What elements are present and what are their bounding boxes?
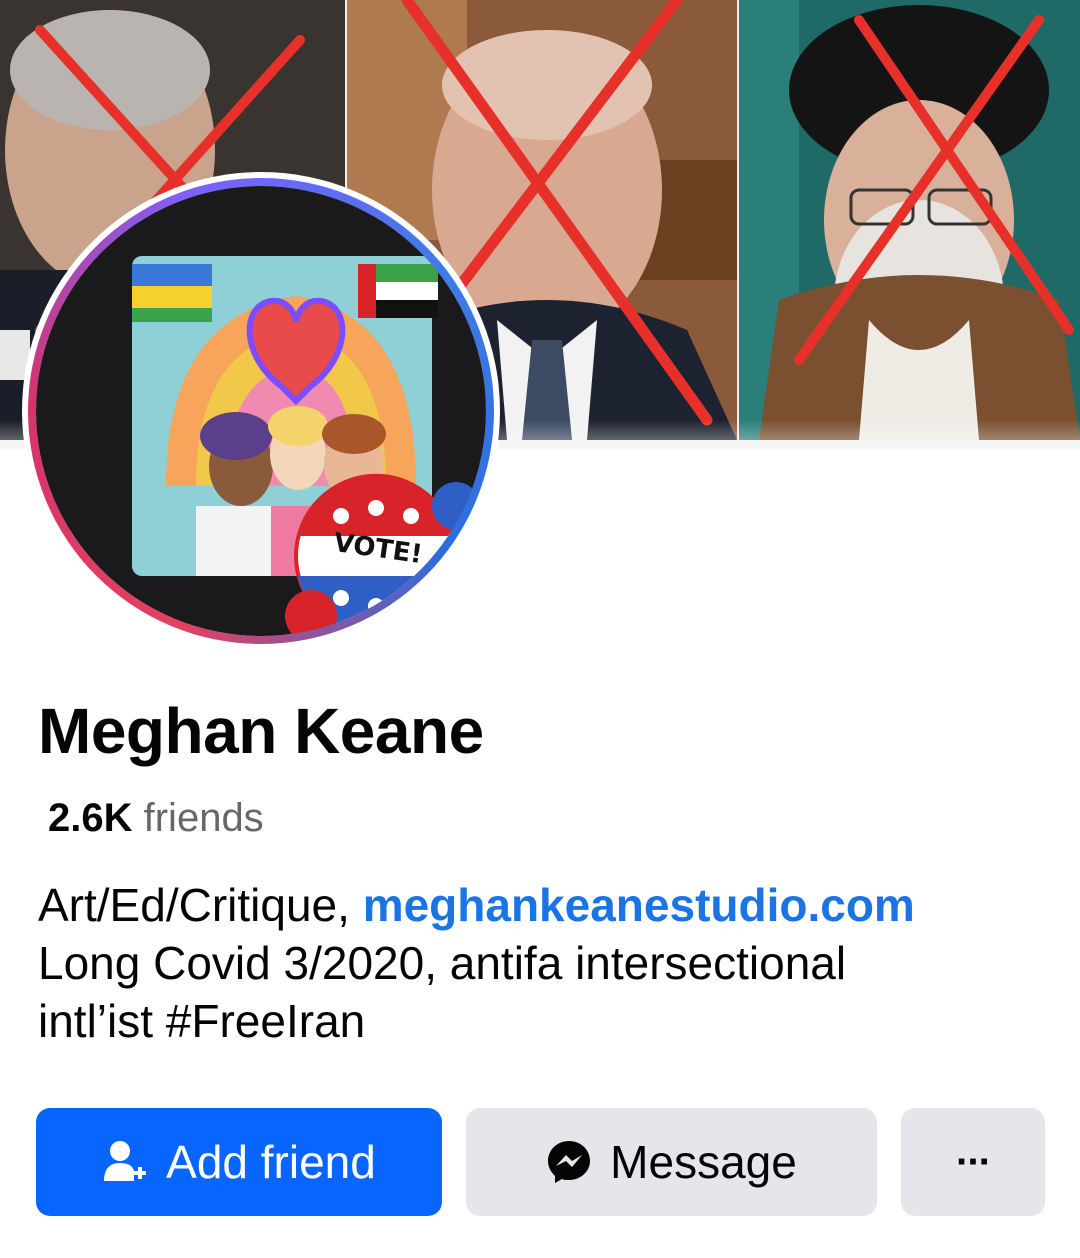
avatar: VOTE!: [36, 186, 486, 636]
bio-line-3: intl’ist #FreeIran: [38, 995, 366, 1047]
add-person-icon: [102, 1139, 148, 1185]
profile-name: Meghan Keane: [38, 695, 484, 767]
bio-line-2: Long Covid 3/2020, antifa intersectional: [38, 937, 847, 989]
profile-bio: Art/Ed/Critique, meghankeanestudio.com L…: [38, 876, 1038, 1050]
bio-website-link[interactable]: meghankeanestudio.com: [363, 879, 915, 931]
messenger-icon: [546, 1139, 592, 1185]
add-friend-label: Add friend: [166, 1136, 376, 1188]
friends-label: friends: [143, 796, 264, 840]
friends-count-value: 2.6K: [48, 796, 133, 840]
message-label: Message: [610, 1136, 797, 1188]
cover-panel-right: [739, 0, 1080, 440]
more-icon: ···: [956, 1139, 992, 1184]
bio-text-prefix: Art/Ed/Critique,: [38, 879, 363, 931]
add-friend-button[interactable]: Add friend: [36, 1108, 442, 1216]
friends-count[interactable]: 2.6K friends: [48, 796, 264, 841]
profile-picture[interactable]: VOTE!: [22, 172, 500, 650]
more-options-button[interactable]: ···: [901, 1108, 1045, 1216]
message-button[interactable]: Message: [466, 1108, 877, 1216]
